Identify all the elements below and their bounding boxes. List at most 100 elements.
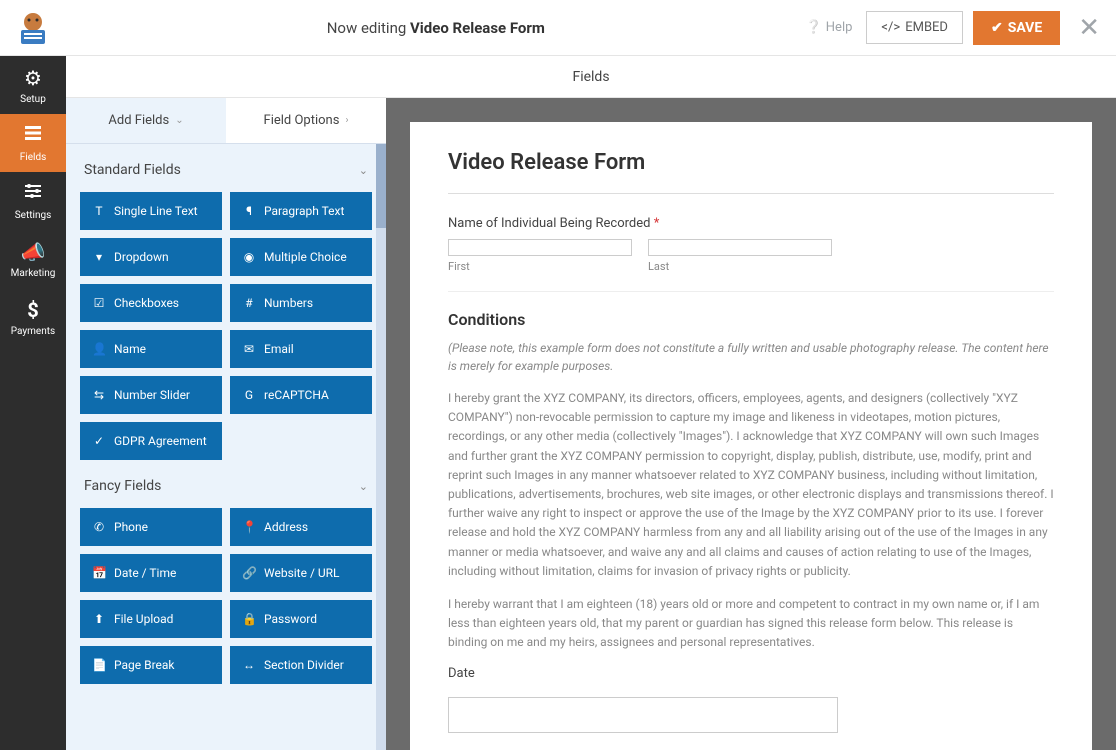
close-button[interactable]: ✕ [1078,13,1100,43]
field-address[interactable]: 📍 Address [230,508,372,546]
text-icon: T [92,204,106,218]
editing-prefix: Now editing [327,19,410,37]
tab-field-options[interactable]: Field Options › [226,98,386,143]
field-dropdown[interactable]: ▾Dropdown [80,238,222,276]
field-email[interactable]: ✉ Email [230,330,372,368]
section-standard-fields[interactable]: Standard Fields ⌄ [80,144,372,192]
editing-title: Now editing Video Release Form [66,19,806,37]
field-recaptcha[interactable]: GreCAPTCHA [230,376,372,414]
field-single-line-text[interactable]: TSingle Line Text [80,192,222,230]
field-label: Section Divider [264,658,344,672]
gear-icon: ⚙ [24,66,42,90]
subheader: Fields [66,56,1116,98]
name-row: First Last [448,239,1054,273]
nav-settings[interactable]: Settings [0,172,66,230]
scrollbar-thumb[interactable] [376,144,386,228]
nav-label: Settings [15,210,52,221]
label-text: Name of Individual Being Recorded [448,216,650,231]
field-label: File Upload [114,612,173,626]
nav-label: Payments [11,326,55,337]
editing-form-name: Video Release Form [410,19,545,37]
last-name-input[interactable] [648,239,832,256]
section-title: Fancy Fields [84,478,161,494]
check-icon: ✔ [991,20,1003,36]
save-button[interactable]: ✔ SAVE [973,11,1060,45]
nav-marketing[interactable]: 📣 Marketing [0,230,66,288]
help-label: Help [826,20,853,35]
field-label: Email [264,342,294,356]
link-icon: 🔗 [242,566,256,580]
nav-setup[interactable]: ⚙ Setup [0,56,66,114]
field-number-slider[interactable]: ⇆Number Slider [80,376,222,414]
conditions-title: Conditions [448,310,1054,329]
section-fancy-fields[interactable]: Fancy Fields ⌄ [80,460,372,508]
panel-tabs: Add Fields ⌄ Field Options › [66,98,386,144]
nav-payments[interactable]: $ Payments [0,288,66,346]
field-label: Checkboxes [114,296,179,310]
bullhorn-icon: 📣 [21,240,46,264]
nav-label: Fields [20,152,47,163]
phone-icon: ✆ [92,520,106,534]
fancy-fields-grid: ✆Phone 📍 Address 📅Date / Time 🔗Website / … [80,508,372,684]
tab-label: Field Options [264,113,340,128]
field-file-upload[interactable]: ⬆File Upload [80,600,222,638]
last-sublabel: Last [648,260,832,273]
hash-icon: # [242,296,256,310]
field-label: Name [114,342,146,356]
help-link[interactable]: ❔ Help [806,20,853,35]
field-label: Address [264,520,308,534]
left-nav: ⚙ Setup Fields Settings 📣 Marketing $ Pa… [0,56,66,750]
field-label: Date / Time [114,566,176,580]
form-canvas[interactable]: Video Release Form Name of Individual Be… [410,122,1092,750]
field-name[interactable]: 👤 Name [80,330,222,368]
save-label: SAVE [1008,20,1043,36]
field-page-break[interactable]: 📄Page Break [80,646,222,684]
conditions-note: (Please note, this example form does not… [448,339,1054,375]
field-phone[interactable]: ✆Phone [80,508,222,546]
field-website-url[interactable]: 🔗Website / URL [230,554,372,592]
date-input[interactable] [448,697,838,733]
form-canvas-wrap: Video Release Form Name of Individual Be… [386,98,1116,750]
standard-fields-grid: TSingle Line Text ¶ Paragraph Text ▾Dropd… [80,192,372,460]
field-date-time[interactable]: 📅Date / Time [80,554,222,592]
field-numbers[interactable]: # Numbers [230,284,372,322]
embed-button[interactable]: </> EMBED [866,11,963,44]
name-field-label: Name of Individual Being Recorded * [448,216,1054,231]
date-field-label: Date [448,666,1054,681]
field-password[interactable]: 🔒 Password [230,600,372,638]
chevron-down-icon: ⌄ [175,115,183,126]
recaptcha-icon: G [242,388,256,402]
tab-add-fields[interactable]: Add Fields ⌄ [66,98,226,143]
help-icon: ❔ [806,20,822,35]
divider [448,291,1054,292]
chevron-down-icon: ⌄ [359,480,368,493]
envelope-icon: ✉ [242,342,256,356]
nav-fields[interactable]: Fields [0,114,66,172]
field-label: Page Break [114,658,175,672]
field-label: Number Slider [114,388,190,402]
scrollbar-track [376,144,386,750]
field-label: Multiple Choice [264,250,347,264]
user-icon: 👤 [92,342,106,356]
pin-icon: 📍 [242,520,256,534]
panel-body[interactable]: Standard Fields ⌄ TSingle Line Text ¶ Par… [66,144,386,750]
field-label: Dropdown [114,250,169,264]
sliders-icon [23,181,43,206]
wpforms-logo-icon [13,8,53,48]
top-bar: Now editing Video Release Form ❔ Help </… [0,0,1116,56]
field-label: Password [264,612,317,626]
field-multiple-choice[interactable]: ◉Multiple Choice [230,238,372,276]
field-checkboxes[interactable]: ☑ Checkboxes [80,284,222,322]
conditions-paragraph-2: I hereby warrant that I am eighteen (18)… [448,595,1054,653]
first-name-input[interactable] [448,239,632,256]
lock-icon: 🔒 [242,612,256,626]
field-label: Paragraph Text [264,204,344,218]
paragraph-icon: ¶ [242,204,256,218]
section-title: Standard Fields [84,162,181,178]
field-gdpr[interactable]: ✓GDPR Agreement [80,422,222,460]
field-section-divider[interactable]: ↔Section Divider [230,646,372,684]
field-paragraph-text[interactable]: ¶ Paragraph Text [230,192,372,230]
field-label: Numbers [264,296,313,310]
subheader-title: Fields [572,69,609,85]
checkbox-icon: ☑ [92,296,106,310]
